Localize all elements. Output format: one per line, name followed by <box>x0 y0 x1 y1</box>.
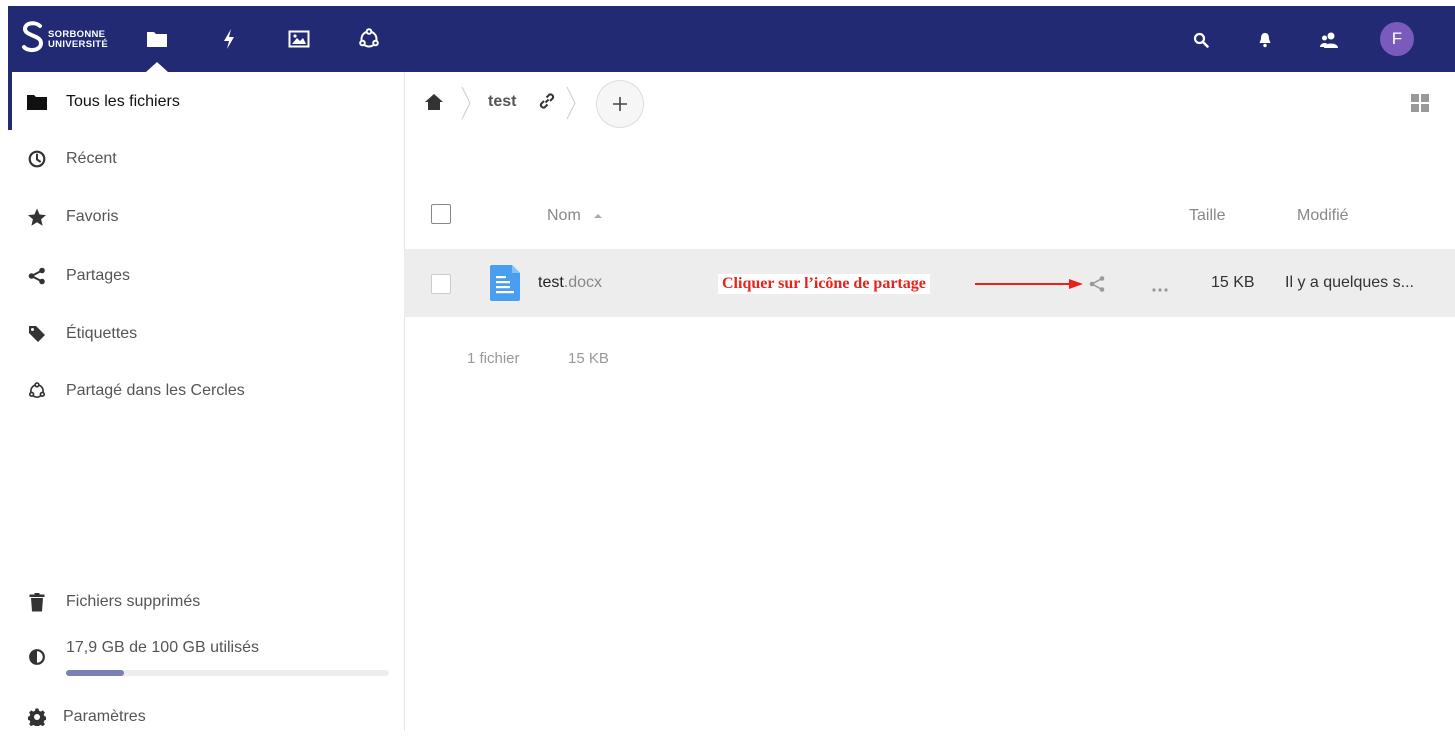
file-count-summary: 1 fichier <box>467 350 520 367</box>
top-bar: SORBONNE UNIVERSITÉ F <box>8 6 1455 72</box>
trash-icon <box>29 592 45 611</box>
breadcrumb-separator <box>461 86 471 120</box>
circles-icon <box>359 28 379 48</box>
sidebar-item-label: Récent <box>66 150 117 167</box>
image-icon <box>288 30 310 48</box>
sidebar-item-all-files[interactable]: Tous les fichiers <box>8 80 404 124</box>
sidebar-item-label: Partagé dans les Cercles <box>66 382 245 399</box>
contacts-button[interactable] <box>1317 28 1341 52</box>
sidebar-item-label: Partages <box>66 267 131 284</box>
grid-view-toggle[interactable] <box>1410 93 1430 113</box>
folder-icon <box>27 95 47 110</box>
plus-icon <box>613 97 627 111</box>
sidebar-item-tags[interactable]: Étiquettes <box>8 312 404 356</box>
quota-pie-icon <box>29 649 45 665</box>
app-activity[interactable] <box>214 24 244 54</box>
share-action-button[interactable] <box>1088 275 1108 293</box>
app-files[interactable] <box>142 24 172 54</box>
sidebar-item-favorites[interactable]: Favoris <box>8 195 404 239</box>
clock-icon <box>28 150 46 168</box>
ellipsis-icon <box>1152 288 1168 292</box>
active-nav-indicator <box>8 72 12 130</box>
bell-icon <box>1259 33 1271 48</box>
row-checkbox[interactable] <box>431 274 451 294</box>
sidebar: Tous les fichiers Récent Favoris Partage… <box>8 72 405 731</box>
total-size-summary: 15 KB <box>568 350 609 367</box>
circles-icon <box>28 382 46 398</box>
column-header-size[interactable]: Taille <box>1189 207 1225 225</box>
app-photos[interactable] <box>284 24 314 54</box>
breadcrumb-folder[interactable]: test <box>488 93 516 111</box>
contacts-icon <box>1320 32 1338 48</box>
sidebar-item-shares[interactable]: Partages <box>8 254 404 298</box>
sidebar-item-settings[interactable]: Paramètres <box>8 695 404 739</box>
breadcrumb-home[interactable] <box>424 93 444 113</box>
user-avatar[interactable]: F <box>1380 22 1414 56</box>
file-size: 15 KB <box>1211 274 1255 291</box>
logo-s-icon <box>22 21 44 53</box>
column-name-label: Nom <box>547 207 581 224</box>
sort-ascending-icon <box>594 214 603 218</box>
add-new-button[interactable] <box>596 80 644 128</box>
sidebar-item-label: Étiquettes <box>66 325 138 342</box>
link-share-indicator[interactable] <box>538 92 556 110</box>
lightning-icon <box>224 29 234 49</box>
grid-view-icon <box>1411 94 1429 112</box>
quota-progress-fill <box>66 670 124 676</box>
sidebar-item-label: Fichiers supprimés <box>66 593 201 610</box>
share-icon <box>28 267 45 285</box>
sidebar-item-deleted-files[interactable]: Fichiers supprimés <box>8 580 404 624</box>
star-icon <box>28 208 46 226</box>
quota-progress-bar <box>66 670 389 676</box>
column-header-modified[interactable]: Modifié <box>1297 207 1349 225</box>
tutorial-annotation: Cliquer sur l’icône de partage <box>718 274 930 294</box>
sidebar-item-label: Tous les fichiers <box>66 93 180 110</box>
sidebar-item-circles[interactable]: Partagé dans les Cercles <box>8 369 404 413</box>
notifications-button[interactable] <box>1253 28 1277 52</box>
search-button[interactable] <box>1189 28 1213 52</box>
more-actions-button[interactable] <box>1151 280 1171 292</box>
app-circles[interactable] <box>354 24 384 54</box>
tag-icon <box>29 326 45 342</box>
sorbonne-logo[interactable]: SORBONNE UNIVERSITÉ <box>21 19 121 55</box>
home-icon <box>425 94 443 110</box>
file-name[interactable]: test.docx <box>538 274 602 292</box>
quota-label: 17,9 GB de 100 GB utilisés <box>66 639 259 656</box>
column-header-name[interactable]: Nom <box>547 207 603 225</box>
logo-line2: UNIVERSITÉ <box>48 39 109 50</box>
search-icon <box>1193 32 1209 48</box>
window-edge <box>0 0 8 731</box>
sidebar-item-label: Paramètres <box>63 708 146 725</box>
breadcrumb-separator <box>566 86 576 120</box>
active-app-caret <box>146 62 168 72</box>
file-basename: test <box>538 274 564 291</box>
annotation-arrow <box>975 279 1083 289</box>
document-icon <box>490 265 520 301</box>
folder-icon <box>147 32 167 47</box>
file-extension: .docx <box>563 274 603 291</box>
share-icon <box>1089 276 1105 292</box>
gear-icon <box>28 708 46 726</box>
sidebar-item-label: Favoris <box>66 208 119 225</box>
sidebar-item-recent[interactable]: Récent <box>8 137 404 181</box>
link-icon <box>539 93 555 109</box>
select-all-checkbox[interactable] <box>431 204 451 224</box>
file-modified: Il y a quelques s... <box>1285 274 1414 291</box>
file-type-icon <box>488 264 522 302</box>
